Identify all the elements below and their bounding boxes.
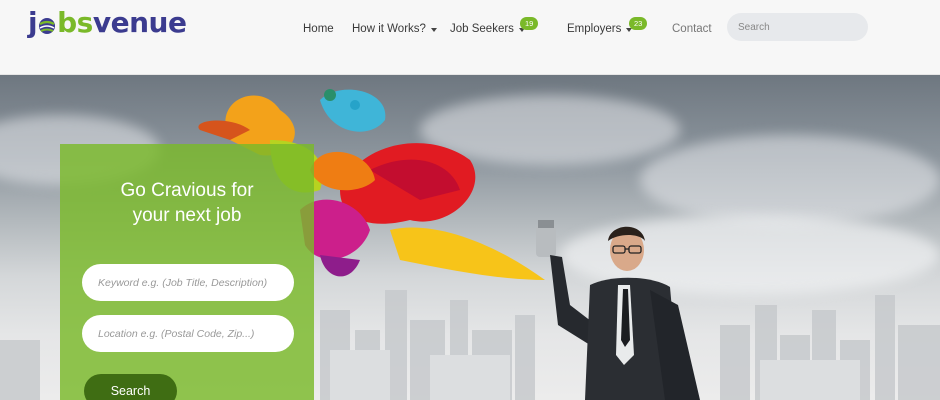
keyword-placeholder: Keyword e.g. (Job Title, Description) [98,276,268,289]
logo-globe-icon [38,17,56,35]
nav-how-it-works-label: How it Works? [352,23,426,35]
nav-job-seekers-label: Job Seekers [450,23,514,35]
job-search-panel: Go Cravious for your next job Keyword e.… [60,144,314,400]
logo-word-venue: venue [92,6,187,39]
businessman-image [536,220,700,400]
logo-letter-j: j [28,6,38,39]
location-placeholder: Location e.g. (Postal Code, Zip...) [98,327,255,340]
nav-home[interactable]: Home [303,23,334,35]
cloud-shape [640,135,940,225]
hero-title-line-2: your next job [132,205,242,226]
employers-count-badge: 23 [629,17,648,30]
nav-employers[interactable]: Employers 23 [567,17,648,35]
header-search-input[interactable]: Search [727,13,868,41]
nav-contact[interactable]: Contact [672,23,712,35]
nav-how-it-works[interactable]: How it Works? [352,23,437,35]
search-button[interactable]: Search [84,374,177,400]
logo-letters-bs: bs [57,6,93,39]
chevron-down-icon [430,27,437,32]
header-search-placeholder: Search [738,21,770,33]
keyword-input[interactable]: Keyword e.g. (Job Title, Description) [82,264,294,301]
nav-job-seekers[interactable]: Job Seekers 19 [450,17,539,35]
nav-home-label: Home [303,23,334,35]
location-input[interactable]: Location e.g. (Postal Code, Zip...) [82,315,294,352]
hero-banner: Go Cravious for your next job Keyword e.… [0,75,940,400]
nav-employers-label: Employers [567,23,622,35]
jobsvenue-logo[interactable]: j bs venue [28,4,187,39]
hero-title-line-1: Go Cravious for [120,180,254,201]
hero-title: Go Cravious for your next job [60,178,314,228]
site-header: j bs venue Home How it Works? Job Seeker… [0,0,940,75]
nav-contact-label: Contact [672,23,712,35]
job-seekers-count-badge: 19 [520,17,539,30]
